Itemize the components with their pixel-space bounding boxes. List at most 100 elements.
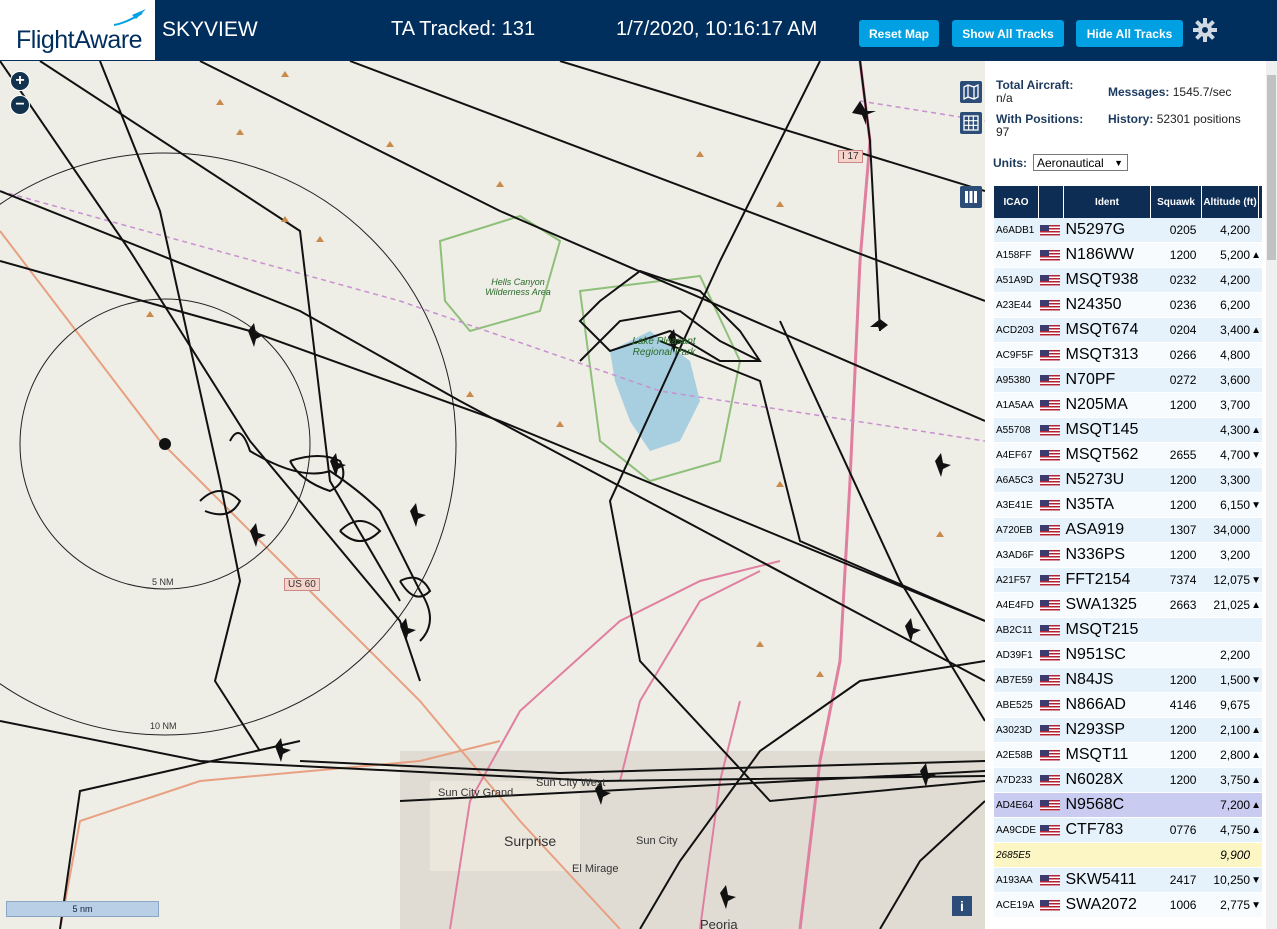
chevron-down-icon: ▼ xyxy=(1114,158,1123,168)
icao-cell: A193AA xyxy=(996,874,1033,886)
table-row[interactable]: A95380 N70PF 0272 3,600 xyxy=(994,368,1262,393)
flag-cell xyxy=(1039,774,1064,786)
table-row[interactable]: A1A5AA N205MA 1200 3,700 xyxy=(994,393,1262,418)
icao-cell: A1A5AA xyxy=(996,399,1034,411)
total-aircraft-label: Total Aircraft: xyxy=(996,78,1074,92)
icao-cell: A55708 xyxy=(996,424,1031,436)
reset-map-button[interactable]: Reset Map xyxy=(859,20,939,47)
ident-cell: ASA919 xyxy=(1065,521,1125,538)
table-body: A6ADB1 N5297G 0205 4,200 A158FF N186WW 1200 5,2… xyxy=(994,218,1262,918)
aircraft-table: ICAO Ident Squawk Altitude (ft) A6ADB1 N5… xyxy=(994,186,1262,918)
table-row[interactable]: A55708 MSQT145 4,300 ▲ xyxy=(994,418,1262,443)
aircraft-panel: Total Aircraft: n/a Messages: 1545.7/sec… xyxy=(985,61,1277,929)
table-row[interactable]: A4E4FD SWA1325 2663 21,025 ▲ xyxy=(994,593,1262,618)
table-row[interactable]: A23E44 N24350 0236 6,200 xyxy=(994,293,1262,318)
flag-cell xyxy=(1039,724,1064,736)
ident-cell: CTF783 xyxy=(1065,821,1124,838)
squawk-cell: 7374 xyxy=(1169,573,1197,587)
icao-cell: A23E44 xyxy=(996,299,1032,311)
col-header-altitude[interactable]: Altitude (ft) xyxy=(1202,186,1259,218)
us-flag-icon xyxy=(1039,549,1060,561)
table-row[interactable]: 2685E5 9,900 xyxy=(994,843,1262,868)
table-row[interactable]: A21F57 FFT2154 7374 12,075 ▼ xyxy=(994,568,1262,593)
show-all-tracks-button[interactable]: Show All Tracks xyxy=(952,20,1064,47)
table-row[interactable]: A51A9D MSQT938 0232 4,200 xyxy=(994,268,1262,293)
squawk-cell: 1200 xyxy=(1169,398,1197,412)
table-row[interactable]: AC9F5F MSQT313 0266 4,800 xyxy=(994,343,1262,368)
zoom-out-button[interactable]: − xyxy=(10,95,30,115)
table-row[interactable]: AB7E59 N84JS 1200 1,500 ▼ xyxy=(994,668,1262,693)
units-select[interactable]: Aeronautical ▼ xyxy=(1033,154,1128,171)
table-row[interactable]: A720EB ASA919 1307 34,000 xyxy=(994,518,1262,543)
altitude-cell: 4,200 xyxy=(1220,273,1251,287)
table-row[interactable]: A3023D N293SP 1200 2,100 ▲ xyxy=(994,718,1262,743)
table-row[interactable]: AD39F1 N951SC 2,200 xyxy=(994,643,1262,668)
flag-cell xyxy=(1039,299,1064,311)
place-sun-city-west: Sun City West xyxy=(536,777,606,789)
grid-toggle-button[interactable] xyxy=(960,112,982,134)
total-aircraft-value: n/a xyxy=(996,91,1013,105)
ident-cell: N35TA xyxy=(1065,496,1115,513)
info-button[interactable]: i xyxy=(952,896,972,916)
icao-cell: A720EB xyxy=(996,524,1033,536)
hide-all-tracks-button[interactable]: Hide All Tracks xyxy=(1076,20,1183,47)
table-row[interactable]: A7D233 N6028X 1200 3,750 ▲ xyxy=(994,768,1262,793)
table-row[interactable]: AD4E64 N9568C 7,200 ▲ xyxy=(994,793,1262,818)
flag-cell xyxy=(1039,499,1064,511)
table-row[interactable]: ACE19A SWA2072 1006 2,775 ▼ xyxy=(994,893,1262,918)
table-row[interactable]: A3AD6F N336PS 1200 3,200 xyxy=(994,543,1262,568)
us-flag-icon xyxy=(1039,324,1060,336)
us-flag-icon xyxy=(1039,749,1060,761)
panel-scroll-thumb[interactable] xyxy=(1267,75,1276,260)
map-view[interactable]: 5 NM 10 NM Hells Canyon Wilderness Area … xyxy=(0,61,985,929)
altitude-trend-icon: ▲ xyxy=(1251,799,1262,811)
settings-gear-icon[interactable] xyxy=(1192,17,1218,43)
altitude-cell: 10,250 xyxy=(1213,873,1251,887)
icao-cell: AD39F1 xyxy=(996,649,1033,661)
place-hells-canyon: Hells Canyon Wilderness Area xyxy=(485,277,551,297)
col-header-flag[interactable] xyxy=(1039,186,1064,218)
col-header-ident[interactable]: Ident xyxy=(1064,186,1151,218)
icao-cell: ACD203 xyxy=(996,324,1034,336)
col-header-squawk[interactable]: Squawk xyxy=(1151,186,1202,218)
us-flag-icon xyxy=(1039,424,1060,436)
table-row[interactable]: AB2C11 MSQT215 xyxy=(994,618,1262,643)
zoom-in-button[interactable]: + xyxy=(10,71,30,91)
table-row[interactable]: A3E41E N35TA 1200 6,150 ▼ xyxy=(994,493,1262,518)
squawk-cell: 2655 xyxy=(1169,448,1197,462)
icao-cell: A158FF xyxy=(996,249,1032,261)
ident-cell: MSQT313 xyxy=(1065,346,1139,363)
icao-cell: A3E41E xyxy=(996,499,1033,511)
icao-cell: AA9CDE xyxy=(996,824,1037,836)
squawk-cell: 1006 xyxy=(1169,898,1197,912)
table-row[interactable]: A193AA SKW5411 2417 10,250 ▼ xyxy=(994,868,1262,893)
squawk-cell: 0204 xyxy=(1169,323,1197,337)
altitude-cell: 3,400 xyxy=(1220,323,1251,337)
table-row[interactable]: A2E58B MSQT11 1200 2,800 ▲ xyxy=(994,743,1262,768)
squawk-cell: 1200 xyxy=(1169,473,1197,487)
table-row[interactable]: A6A5C3 N5273U 1200 3,300 xyxy=(994,468,1262,493)
grid-icon xyxy=(963,115,979,131)
road-i17: I 17 xyxy=(838,150,863,163)
flightaware-logo[interactable]: FlightAware xyxy=(0,0,155,60)
map-layer-button[interactable] xyxy=(960,81,982,103)
table-row[interactable]: ABE525 N866AD 4146 9,675 xyxy=(994,693,1262,718)
altitude-cell: 9,675 xyxy=(1220,698,1251,712)
icao-cell: A3AD6F xyxy=(996,549,1034,561)
column-toggle-button[interactable] xyxy=(960,186,982,208)
table-row[interactable]: ACD203 MSQT674 0204 3,400 ▲ xyxy=(994,318,1262,343)
table-row[interactable]: A6ADB1 N5297G 0205 4,200 xyxy=(994,218,1262,243)
col-header-icao[interactable]: ICAO xyxy=(994,186,1039,218)
history-label: History: xyxy=(1108,112,1154,126)
flag-cell xyxy=(1039,824,1064,836)
table-row[interactable]: A158FF N186WW 1200 5,200 ▲ xyxy=(994,243,1262,268)
ident-cell: N9568C xyxy=(1065,796,1125,813)
squawk-cell: 1200 xyxy=(1169,748,1197,762)
table-row[interactable]: A4EF67 MSQT562 2655 4,700 ▼ xyxy=(994,443,1262,468)
table-row[interactable]: AA9CDE CTF783 0776 4,750 ▲ xyxy=(994,818,1262,843)
squawk-cell: 1200 xyxy=(1169,773,1197,787)
altitude-trend-icon: ▲ xyxy=(1251,824,1262,836)
altitude-trend-icon: ▲ xyxy=(1251,724,1262,736)
us-flag-icon xyxy=(1039,674,1060,686)
flag-cell xyxy=(1039,424,1064,436)
